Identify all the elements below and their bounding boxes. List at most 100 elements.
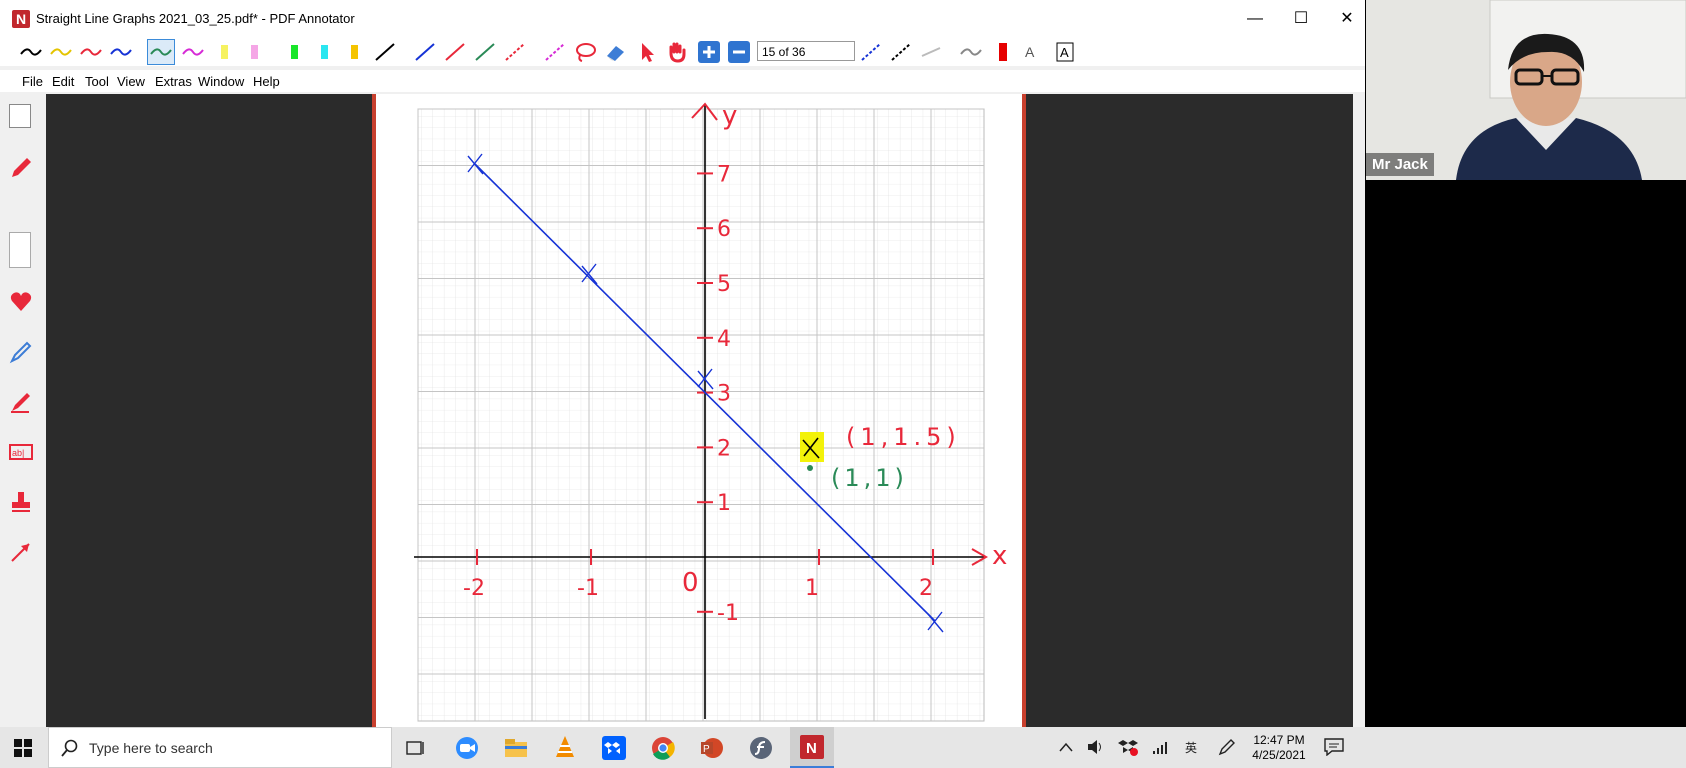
task-view-icon[interactable] bbox=[405, 738, 425, 761]
point-b-label: (1,1) bbox=[831, 464, 908, 492]
marker-icon[interactable] bbox=[9, 390, 33, 414]
point-b-marker bbox=[807, 465, 813, 471]
pdf-annotator-taskbar-button[interactable]: N bbox=[790, 727, 834, 768]
line-dashed-magenta-icon[interactable] bbox=[542, 40, 568, 64]
highlighter-pink-icon[interactable] bbox=[242, 40, 268, 64]
x-tick-label: -2 bbox=[463, 576, 485, 601]
pdf-annotator-window: N Straight Line Graphs 2021_03_25.pdf* -… bbox=[0, 0, 1365, 727]
pen-tool-icon[interactable] bbox=[9, 340, 33, 364]
taskbar-clock[interactable]: 12:47 PM 4/25/2021 bbox=[1249, 733, 1309, 763]
scroll-slider[interactable] bbox=[9, 232, 31, 268]
menu-extras[interactable]: Extras bbox=[155, 74, 192, 89]
x-axis-label: x bbox=[992, 541, 1007, 571]
clock-time: 12:47 PM bbox=[1253, 733, 1305, 747]
menu-window[interactable]: Window bbox=[198, 74, 244, 89]
pen-gray-icon[interactable] bbox=[958, 40, 984, 64]
origin-label: 0 bbox=[682, 568, 699, 598]
app-logo-icon: N bbox=[12, 10, 30, 28]
search-placeholder: Type here to search bbox=[89, 740, 213, 756]
menu-edit[interactable]: Edit bbox=[52, 74, 74, 89]
menu-tool[interactable]: Tool bbox=[85, 74, 109, 89]
blank-page-icon[interactable] bbox=[9, 104, 31, 128]
windows-start-icon[interactable] bbox=[14, 739, 32, 760]
y-tick-label: 6 bbox=[717, 217, 731, 242]
x-tick-label: 1 bbox=[805, 576, 819, 601]
powerpoint-icon[interactable]: P bbox=[700, 736, 724, 763]
clock-date: 4/25/2021 bbox=[1252, 748, 1306, 762]
dropbox-icon[interactable] bbox=[602, 736, 626, 763]
y-tick-label: 7 bbox=[717, 162, 731, 187]
chevron-up-icon[interactable] bbox=[1058, 740, 1074, 757]
x-tick-label: -1 bbox=[577, 576, 599, 601]
svg-text:P: P bbox=[703, 744, 710, 755]
stamp-icon[interactable] bbox=[9, 490, 33, 514]
y-axis-label: y bbox=[722, 101, 737, 131]
highlighter-cyan-icon[interactable] bbox=[312, 40, 338, 64]
eraser-icon[interactable] bbox=[602, 40, 628, 64]
line-black-icon[interactable] bbox=[372, 40, 398, 64]
svg-text:A: A bbox=[1060, 45, 1069, 60]
highlighter-green-icon[interactable] bbox=[282, 40, 308, 64]
line-dashed-black-icon[interactable] bbox=[888, 40, 914, 64]
lasso-icon[interactable] bbox=[572, 40, 598, 64]
select-arrow-icon[interactable] bbox=[634, 40, 660, 64]
hand-pan-icon[interactable] bbox=[664, 40, 690, 64]
text-tool-icon[interactable]: A bbox=[1018, 40, 1044, 64]
window-title: Straight Line Graphs 2021_03_25.pdf* - P… bbox=[36, 11, 355, 26]
heart-icon[interactable] bbox=[9, 290, 33, 314]
notification-icon[interactable] bbox=[1324, 738, 1344, 759]
line-blue-icon[interactable] bbox=[412, 40, 438, 64]
flash-icon[interactable] bbox=[749, 736, 773, 763]
dropbox-tray-icon[interactable] bbox=[1118, 738, 1138, 759]
taskbar-search[interactable]: Type here to search bbox=[48, 727, 392, 768]
line-green-icon[interactable] bbox=[472, 40, 498, 64]
line-light-icon[interactable] bbox=[918, 40, 944, 64]
y-tick-label: 5 bbox=[717, 272, 731, 297]
left-tool-sidebar: ab| bbox=[0, 94, 46, 727]
arrow-tool-icon[interactable] bbox=[9, 540, 33, 564]
line-dashed-blue-icon[interactable] bbox=[858, 40, 884, 64]
toolbar: A A bbox=[0, 38, 1365, 66]
pen-black-icon[interactable] bbox=[18, 40, 44, 64]
file-explorer-icon[interactable] bbox=[504, 736, 528, 763]
y-tick-label: 4 bbox=[717, 327, 731, 352]
svg-text:ab|: ab| bbox=[12, 448, 24, 458]
chrome-icon[interactable] bbox=[651, 736, 675, 763]
pen-green-icon[interactable] bbox=[147, 39, 175, 65]
highlighter-orange-icon[interactable] bbox=[342, 40, 368, 64]
language-icon[interactable]: 英 bbox=[1184, 739, 1204, 758]
menu-file[interactable]: File bbox=[22, 74, 43, 89]
y-tick-label: 1 bbox=[717, 491, 731, 516]
menu-help[interactable]: Help bbox=[253, 74, 280, 89]
zoom-in-icon[interactable] bbox=[696, 40, 722, 64]
participant-name: Mr Jack bbox=[1366, 153, 1434, 176]
volume-icon[interactable] bbox=[1087, 739, 1105, 758]
color-red-icon[interactable] bbox=[990, 40, 1016, 64]
zoom-app-icon[interactable] bbox=[455, 736, 479, 763]
point-a-label: (1,1.5) bbox=[846, 423, 961, 451]
maximize-button[interactable]: ☐ bbox=[1278, 8, 1324, 30]
vertical-scrollbar[interactable] bbox=[1353, 94, 1365, 727]
line-dashed-red-icon[interactable] bbox=[502, 40, 528, 64]
zoom-out-icon[interactable] bbox=[726, 40, 752, 64]
pen-tray-icon[interactable] bbox=[1218, 738, 1236, 759]
minimize-button[interactable]: — bbox=[1232, 8, 1278, 30]
pdf-page: y x 0 -2 -1 1 2 7 6 5 4 3 2 1 -1 (1,1.5) (1,1) bbox=[372, 94, 1026, 727]
highlighter-yellow-icon[interactable] bbox=[212, 40, 238, 64]
page-number-input[interactable]: 15 of 36 bbox=[757, 41, 855, 61]
menu-view[interactable]: View bbox=[117, 74, 145, 89]
pen-yellow-icon[interactable] bbox=[48, 40, 74, 64]
pencil-icon[interactable] bbox=[9, 156, 33, 180]
line-red-icon[interactable] bbox=[442, 40, 468, 64]
network-icon[interactable] bbox=[1152, 739, 1172, 758]
text-field-icon[interactable]: ab| bbox=[9, 440, 33, 464]
pen-blue-icon[interactable] bbox=[108, 40, 134, 64]
vlc-icon[interactable] bbox=[553, 735, 577, 762]
graph-canvas: y x 0 -2 -1 1 2 7 6 5 4 3 2 1 -1 (1,1.5) (1,1) bbox=[414, 101, 1007, 722]
pen-red-icon[interactable] bbox=[78, 40, 104, 64]
pen-magenta-icon[interactable] bbox=[180, 40, 206, 64]
text-box-icon[interactable]: A bbox=[1052, 40, 1078, 64]
title-bar: N Straight Line Graphs 2021_03_25.pdf* -… bbox=[0, 0, 1365, 38]
close-button[interactable]: ✕ bbox=[1324, 8, 1370, 30]
menu-bar: File Edit Tool View Extras Window Help bbox=[0, 70, 1365, 92]
